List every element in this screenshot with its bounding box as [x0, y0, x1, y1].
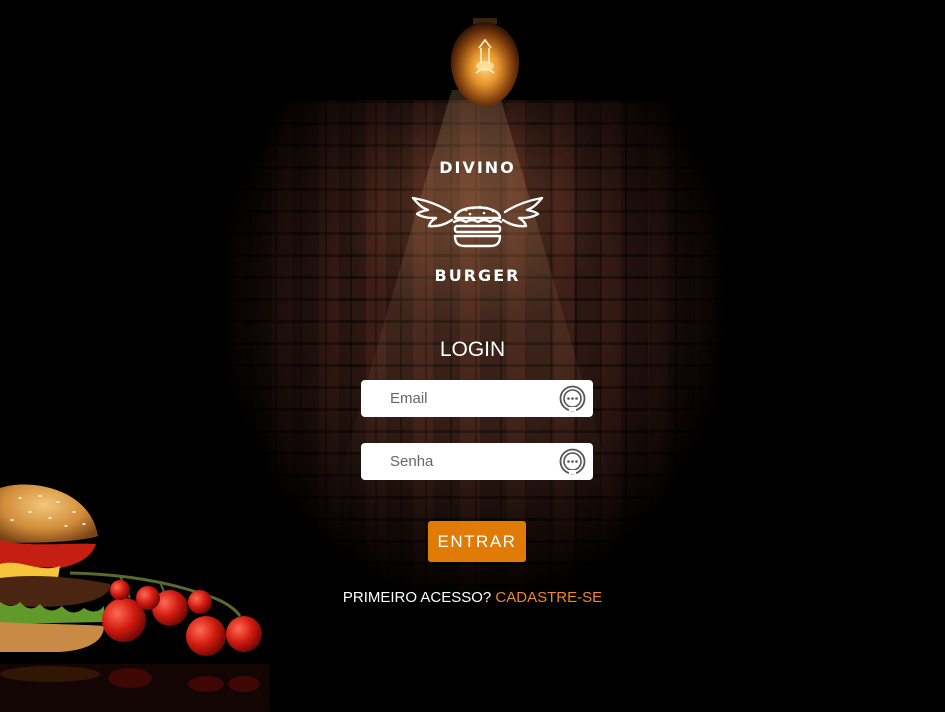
burger-photo [0, 484, 270, 712]
password-manager-icon[interactable] [559, 448, 586, 475]
password-input[interactable] [361, 443, 551, 480]
winged-burger-icon [411, 196, 544, 248]
login-title: LOGIN [439, 338, 506, 361]
brand-name-bottom: BURGER [434, 266, 521, 285]
brand-logo: DIVINO BURGER [405, 150, 550, 295]
email-field[interactable] [361, 380, 593, 417]
brand-name-top: DIVINO [439, 158, 516, 177]
signup-link[interactable]: CADASTRE-SE [495, 589, 602, 606]
password-manager-icon[interactable] [559, 385, 586, 412]
email-input[interactable] [361, 380, 551, 417]
first-access-text: PRIMEIRO ACESSO? [342, 589, 492, 606]
password-field[interactable] [361, 443, 593, 480]
login-page: DIVINO BURGER LOGIN Email ENTRAR PRIMEIR… [0, 0, 945, 712]
light-bulb-icon [450, 18, 520, 106]
login-submit-button[interactable]: ENTRAR [428, 521, 526, 562]
